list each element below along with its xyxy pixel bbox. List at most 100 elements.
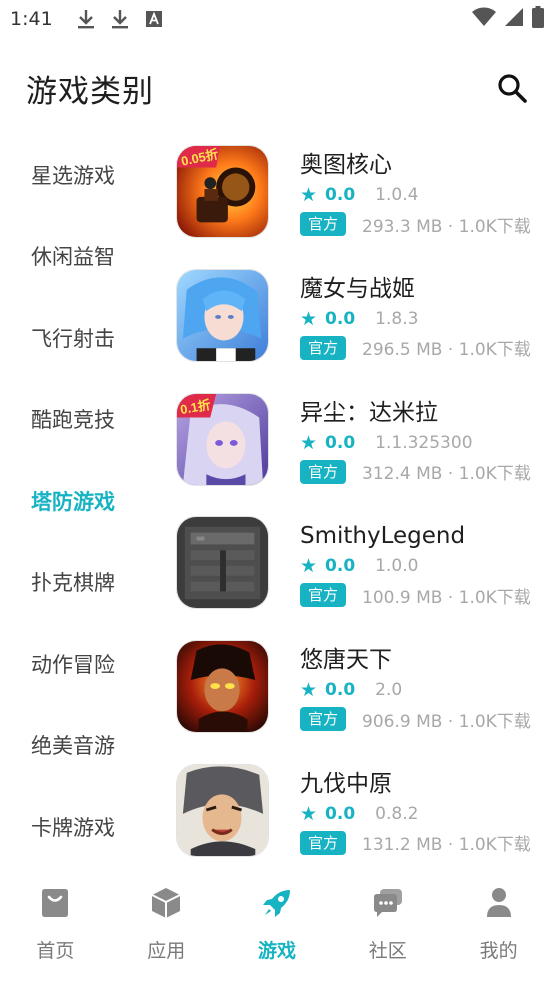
category-label: 飞行射击 xyxy=(31,326,115,351)
official-badge: 官方 xyxy=(300,459,347,484)
game-name: 异尘：达米拉 xyxy=(300,399,438,426)
category-label: 塔防游戏 xyxy=(31,489,115,514)
youtang-icon[interactable] xyxy=(176,640,269,734)
star-icon: ★ xyxy=(300,802,318,825)
ottocore-icon[interactable]: 0.05折 xyxy=(176,145,269,238)
nav-label: 首页 xyxy=(36,940,75,962)
meta-line: 官方 293.3 MB · 1.0K下载 xyxy=(300,209,546,239)
damira-icon[interactable]: 0.1折 xyxy=(176,392,269,486)
game-version: 2.0 xyxy=(375,680,403,701)
game-score: 0.0 xyxy=(325,680,356,701)
game-info: 异尘：达米拉 ★ 0.0 1.1.325300 官方 312.4 MB · 1.… xyxy=(300,393,546,517)
download-icon xyxy=(109,8,131,30)
official-badge: 官方 xyxy=(300,335,347,360)
wifi-icon xyxy=(472,7,496,31)
game-name: SmithyLegend xyxy=(300,523,466,550)
game-score: 0.0 xyxy=(325,556,356,577)
category-label: 绝美音游 xyxy=(31,734,115,759)
search-button[interactable] xyxy=(492,68,532,108)
page-title: 游戏类别 xyxy=(26,73,154,110)
status-bar: 1:41 xyxy=(0,0,554,38)
game-version: 1.1.325300 xyxy=(375,432,473,453)
nav-profile[interactable]: 我的 xyxy=(443,870,554,984)
rocket-icon xyxy=(260,886,294,920)
battery-icon xyxy=(532,6,544,32)
star-icon: ★ xyxy=(300,431,318,454)
rating-line: ★ 0.0 1.0.4 xyxy=(300,181,546,209)
game-score: 0.0 xyxy=(325,185,356,205)
official-badge: 官方 xyxy=(300,212,347,236)
category-label: 休闲益智 xyxy=(31,245,115,270)
game-info: 悠唐天下 ★ 0.0 2.0 官方 906.9 MB · 1.0K下载 xyxy=(300,640,546,764)
game-version: 1.8.3 xyxy=(375,308,419,329)
category-item-action[interactable]: 动作冒险 xyxy=(0,623,160,705)
game-version: 1.0.0 xyxy=(375,556,419,577)
font-notification-icon xyxy=(143,8,165,30)
category-sidebar: 星选游戏 休闲益智 飞行射击 酷跑竞技 塔防游戏 扑克棋牌 动作冒险 绝美音游 … xyxy=(0,134,160,866)
cube-icon xyxy=(149,886,183,920)
category-item-card[interactable]: 卡牌游戏 xyxy=(0,786,160,868)
meta-line: 官方 296.5 MB · 1.0K下载 xyxy=(300,333,546,363)
rating-line: ★ 0.0 1.1.325300 xyxy=(300,429,546,457)
category-item-tower-defense[interactable]: 塔防游戏 xyxy=(0,460,160,542)
category-item-poker[interactable]: 扑克棋牌 xyxy=(0,542,160,624)
game-list-item[interactable]: 魔女与战姬 ★ 0.0 1.8.3 官方 296.5 MB · 1.0K下载 xyxy=(176,268,546,393)
meta-line: 官方 100.9 MB · 1.0K下载 xyxy=(300,580,546,610)
game-meta: 100.9 MB · 1.0K下载 xyxy=(362,587,531,608)
nav-community[interactable]: 社区 xyxy=(332,870,443,984)
game-name: 九伐中原 xyxy=(300,770,392,797)
game-info: 魔女与战姬 ★ 0.0 1.8.3 官方 296.5 MB · 1.0K下载 xyxy=(300,269,546,393)
game-meta: 312.4 MB · 1.0K下载 xyxy=(362,464,531,485)
nav-label: 游戏 xyxy=(257,940,296,962)
game-meta: 131.2 MB · 1.0K下载 xyxy=(362,835,531,856)
category-item-music[interactable]: 绝美音游 xyxy=(0,705,160,787)
signal-icon xyxy=(504,7,524,31)
game-meta: 296.5 MB · 1.0K下载 xyxy=(362,340,531,361)
nav-label: 我的 xyxy=(479,940,518,962)
smithy-icon[interactable] xyxy=(176,516,269,610)
game-score: 0.0 xyxy=(325,308,356,329)
home-bag-icon xyxy=(38,886,72,920)
category-label: 动作冒险 xyxy=(31,652,115,677)
category-item-shooter[interactable]: 飞行射击 xyxy=(0,297,160,379)
game-version: 1.0.4 xyxy=(375,185,419,205)
rating-line: ★ 0.0 1.0.0 xyxy=(300,552,546,580)
nav-home[interactable]: 首页 xyxy=(0,870,111,984)
meta-line: 官方 906.9 MB · 1.0K下载 xyxy=(300,704,546,734)
game-name: 悠唐天下 xyxy=(300,647,392,674)
game-info: 奥图核心 ★ 0.0 1.0.4 官方 293.3 MB · 1.0K下载 xyxy=(300,145,546,269)
rating-line: ★ 0.0 1.8.3 xyxy=(300,305,546,333)
game-meta: 293.3 MB · 1.0K下载 xyxy=(362,216,531,237)
nav-apps[interactable]: 应用 xyxy=(111,870,222,984)
star-icon: ★ xyxy=(300,307,318,330)
category-label: 卡牌游戏 xyxy=(31,815,115,840)
game-name: 魔女与战姬 xyxy=(300,275,415,302)
category-item-star[interactable]: 星选游戏 xyxy=(0,134,160,216)
category-label: 酷跑竞技 xyxy=(31,408,115,433)
jiufa-icon[interactable] xyxy=(176,763,269,857)
star-icon: ★ xyxy=(300,184,318,206)
official-badge: 官方 xyxy=(300,830,347,855)
game-list: 0.05折 奥图核心 ★ 0.0 1.0.4 官方 293.3 MB · 1.0… xyxy=(176,145,546,888)
game-info: SmithyLegend ★ 0.0 1.0.0 官方 100.9 MB · 1… xyxy=(300,516,546,640)
game-score: 0.0 xyxy=(325,803,356,824)
meta-line: 官方 312.4 MB · 1.0K下载 xyxy=(300,457,546,487)
game-list-item[interactable]: 悠唐天下 ★ 0.0 2.0 官方 906.9 MB · 1.0K下载 xyxy=(176,640,546,764)
search-icon xyxy=(498,74,527,103)
person-icon xyxy=(482,886,516,920)
game-meta: 906.9 MB · 1.0K下载 xyxy=(362,711,531,732)
chat-icon xyxy=(371,886,405,920)
official-badge: 官方 xyxy=(300,707,347,732)
official-badge: 官方 xyxy=(300,583,347,608)
game-list-item[interactable]: SmithyLegend ★ 0.0 1.0.0 官方 100.9 MB · 1… xyxy=(176,516,546,640)
game-list-item[interactable]: 0.05折 奥图核心 ★ 0.0 1.0.4 官方 293.3 MB · 1.0… xyxy=(176,145,546,269)
meta-line: 官方 131.2 MB · 1.0K下载 xyxy=(300,828,546,858)
nav-games[interactable]: 游戏 xyxy=(222,870,333,984)
star-icon: ★ xyxy=(300,679,318,702)
category-item-casual[interactable]: 休闲益智 xyxy=(0,216,160,298)
rating-line: ★ 0.0 0.8.2 xyxy=(300,800,546,828)
game-score: 0.0 xyxy=(325,432,356,453)
game-list-item[interactable]: 0.1折 异尘：达米拉 ★ 0.0 1.1.325300 官方 312.4 MB… xyxy=(176,392,546,517)
witch-icon[interactable] xyxy=(176,268,269,362)
category-item-runner[interactable]: 酷跑竞技 xyxy=(0,379,160,461)
